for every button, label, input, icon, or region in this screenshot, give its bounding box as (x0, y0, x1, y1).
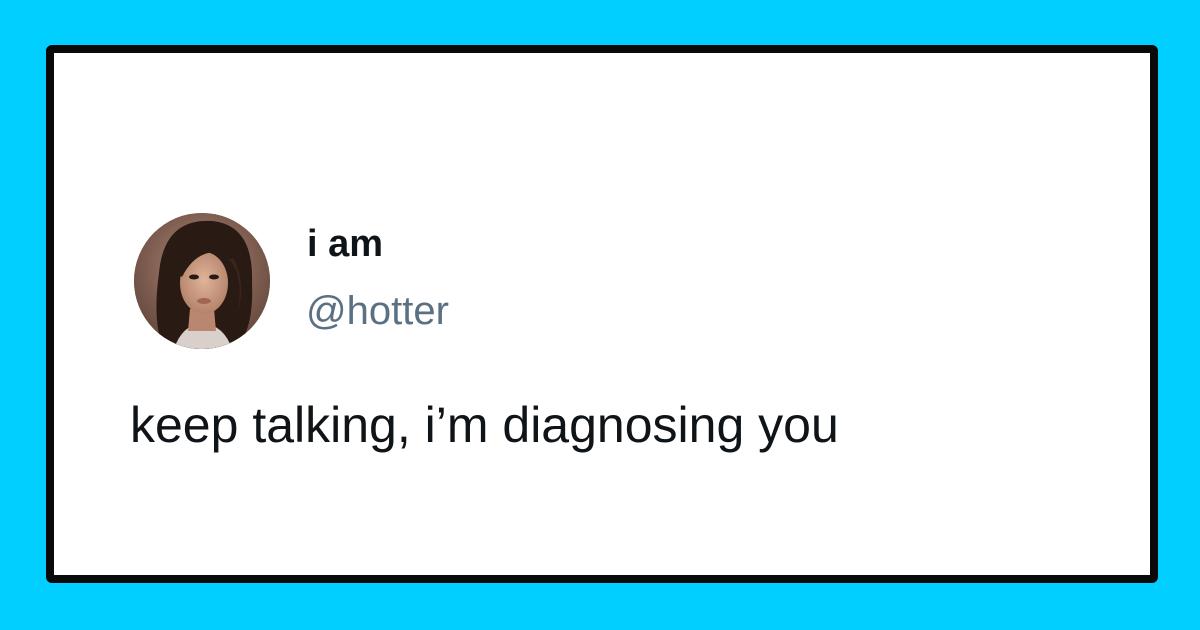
tweet-text: keep talking, i’m diagnosing you (130, 397, 839, 453)
user-handle[interactable]: @hotter (306, 291, 449, 331)
profile-photo-icon (134, 213, 270, 349)
display-name[interactable]: i am (307, 225, 383, 263)
tweet-card: i am @hotter keep talking, i’m diagnosin… (46, 45, 1158, 583)
page-background: i am @hotter keep talking, i’m diagnosin… (0, 0, 1200, 630)
avatar[interactable] (134, 213, 270, 349)
